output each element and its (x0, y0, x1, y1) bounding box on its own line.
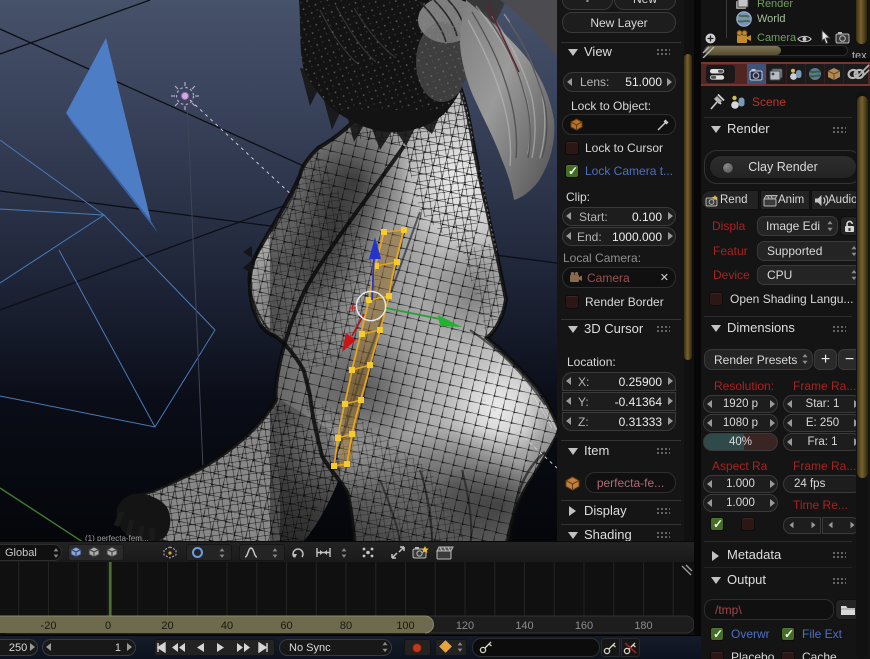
svg-text:80: 80 (340, 620, 352, 632)
svg-text:160: 160 (575, 620, 593, 632)
svg-text:60: 60 (280, 620, 292, 632)
svg-text:180: 180 (634, 620, 652, 632)
svg-text:100: 100 (396, 620, 414, 632)
svg-text:40: 40 (221, 620, 233, 632)
svg-text:20: 20 (161, 620, 173, 632)
svg-text:140: 140 (515, 620, 533, 632)
svg-text:120: 120 (456, 620, 474, 632)
svg-text:-20: -20 (41, 620, 57, 632)
svg-text:0: 0 (105, 620, 111, 632)
